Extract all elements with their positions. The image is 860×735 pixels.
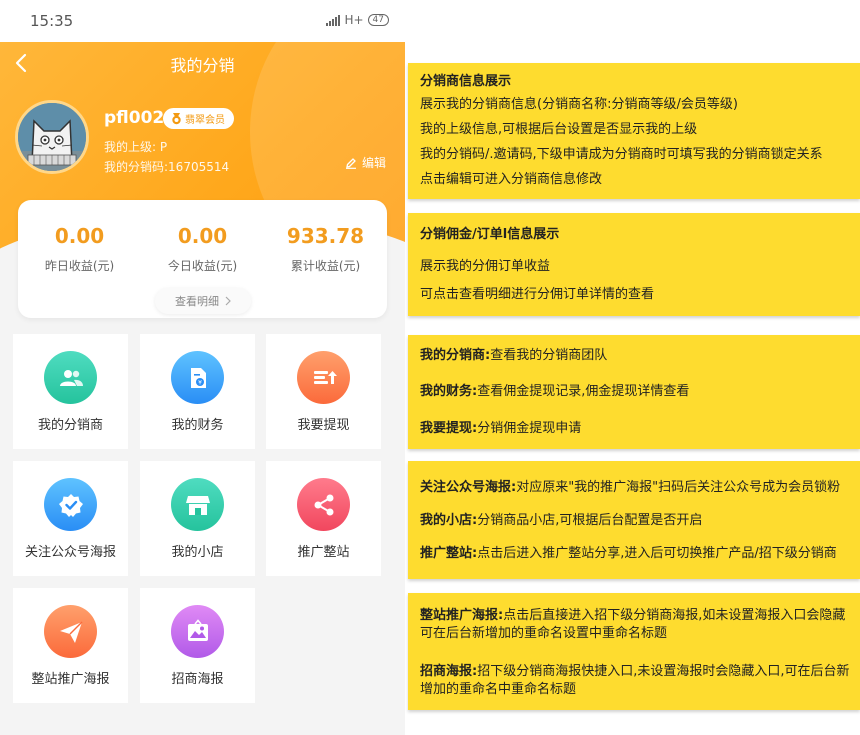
cat-avatar-icon — [18, 103, 86, 171]
annotation-line: 我要提现:分销佣金提现申请 — [420, 421, 582, 436]
annotation-line: 我的上级信息,可根据后台设置是否显示我的上级 — [420, 122, 698, 137]
status-bar: 15:35 H+ 47 — [0, 0, 405, 42]
menu-item[interactable]: ¥ 我的财务 — [140, 334, 255, 449]
annotation-line: 展示我的分佣订单收益 — [420, 259, 551, 274]
chevron-right-icon — [225, 296, 231, 306]
menu-item-label: 整站推广海报 — [31, 672, 110, 687]
stat-value: 933.78 — [286, 224, 365, 248]
stat-label: 今日收益(元) — [167, 259, 238, 273]
annotation-line: 推广整站:点击后进入推广整站分享,进入后可切换推广产品/招下级分销商 — [420, 546, 837, 561]
signal-icon — [326, 14, 341, 26]
edit-label: 编辑 — [362, 156, 387, 170]
image-icon — [171, 605, 224, 658]
earnings-card: 0.00 昨日收益(元) 0.00 今日收益(元) 933.78 累计收益(元)… — [18, 200, 387, 318]
status-time: 15:35 — [30, 12, 74, 30]
menu-item-label: 关注公众号海报 — [24, 545, 116, 560]
page-title: 我的分销 — [170, 56, 235, 75]
verified-badge-icon — [44, 478, 97, 531]
network-type: H+ — [344, 13, 364, 27]
annotation-menu-row3: 整站推广海报:点击后直接进入招下级分销商海报,如未设置海报入口会隐藏可在后台新增… — [408, 593, 860, 710]
annotation-line: 我的财务:查看佣金提现记录,佣金提现详情查看 — [420, 384, 690, 399]
paper-plane-icon — [44, 605, 97, 658]
stat-label: 累计收益(元) — [290, 259, 361, 273]
annotation-line: 展示我的分销商信息(分销商名称:分销商等级/会员等级) — [420, 97, 738, 112]
phone-screen: 15:35 H+ 47 我的分销 pfl002 翡翠会员 我的上级: P 我的分… — [0, 0, 405, 735]
medal-icon — [172, 112, 181, 124]
stat-total: 933.78 累计收益(元) — [264, 224, 387, 274]
edit-button[interactable]: 编辑 — [345, 154, 386, 171]
annotation-line: 整站推广海报:点击后直接进入招下级分销商海报,如未设置海报入口会隐藏可在后台新增… — [420, 608, 846, 641]
menu-item[interactable]: 招商海报 — [140, 588, 255, 703]
parent-distributor: 我的上级: P — [104, 140, 168, 154]
annotation-line: 关注公众号海报:对应原来"我的推广海报"扫码后关注公众号成为会员锁粉 — [420, 480, 841, 495]
menu-item-label: 推广整站 — [297, 545, 350, 560]
annotation-line: 可点击查看明细进行分佣订单详情的查看 — [420, 287, 655, 302]
menu-item-label: 招商海报 — [171, 672, 224, 687]
username: pfl002 — [104, 108, 165, 128]
distributor-code: 我的分销码:16705514 — [104, 160, 230, 174]
shop-icon — [171, 478, 224, 531]
view-details-button[interactable]: 查看明细 — [155, 288, 251, 314]
menu-item[interactable]: 关注公众号海报 — [13, 461, 128, 576]
menu-item[interactable]: 我的小店 — [140, 461, 255, 576]
share-icon — [297, 478, 350, 531]
svg-text:¥: ¥ — [198, 379, 202, 386]
member-level-label: 翡翠会员 — [185, 115, 225, 126]
annotation-line: 点击编辑可进入分销商信息修改 — [420, 172, 603, 187]
annotation-earnings-info: 分销佣金/订单l信息展示 展示我的分佣订单收益 可点击查看明细进行分佣订单详情的… — [408, 213, 860, 316]
team-icon — [44, 351, 97, 404]
pencil-icon — [346, 157, 356, 169]
annotation-menu-row1: 我的分销商:查看我的分销商团队 我的财务:查看佣金提现记录,佣金提现详情查看 我… — [408, 335, 860, 449]
avatar[interactable] — [15, 100, 89, 174]
annotation-line: 招商海报:招下级分销商海报快捷入口,未设置海报时会隐藏入口,可在后台新增加的重命… — [420, 664, 850, 697]
stat-value: 0.00 — [177, 224, 228, 248]
annotation-menu-row2: 关注公众号海报:对应原来"我的推广海报"扫码后关注公众号成为会员锁粉 我的小店:… — [408, 461, 860, 579]
withdraw-icon — [297, 351, 350, 404]
view-details-label: 查看明细 — [175, 295, 219, 308]
annotation-profile-info: 分销商信息展示 展示我的分销商信息(分销商名称:分销商等级/会员等级) 我的上级… — [408, 63, 860, 199]
battery-icon: 47 — [367, 14, 389, 26]
menu-item[interactable]: 整站推广海报 — [13, 588, 128, 703]
stat-today: 0.00 今日收益(元) — [141, 224, 264, 274]
finance-doc-icon: ¥ — [171, 351, 224, 404]
annotation-line: 我的小店:分销商品小店,可根据后台配置是否开启 — [420, 513, 703, 528]
menu-item[interactable]: 推广整站 — [266, 461, 381, 576]
annotation-title: 分销佣金/订单l信息展示 — [420, 227, 560, 242]
menu-item-label: 我的财务 — [171, 418, 224, 433]
annotation-line: 我的分销商:查看我的分销商团队 — [420, 348, 608, 363]
menu-item-label: 我要提现 — [297, 418, 350, 433]
menu-item[interactable]: 我要提现 — [266, 334, 381, 449]
member-level-badge: 翡翠会员 — [163, 108, 234, 129]
stat-label: 昨日收益(元) — [44, 259, 115, 273]
stat-value: 0.00 — [54, 224, 105, 248]
annotation-title: 分销商信息展示 — [420, 74, 512, 89]
annotation-line: 我的分销码/.邀请码,下级申请成为分销商时可填写我的分销商锁定关系 — [420, 147, 823, 162]
status-indicators: H+ 47 — [326, 13, 389, 27]
stat-yesterday: 0.00 昨日收益(元) — [18, 224, 141, 274]
menu-item[interactable]: 我的分销商 — [13, 334, 128, 449]
menu-item-label: 我的分销商 — [37, 418, 103, 433]
menu-item-label: 我的小店 — [171, 545, 224, 560]
